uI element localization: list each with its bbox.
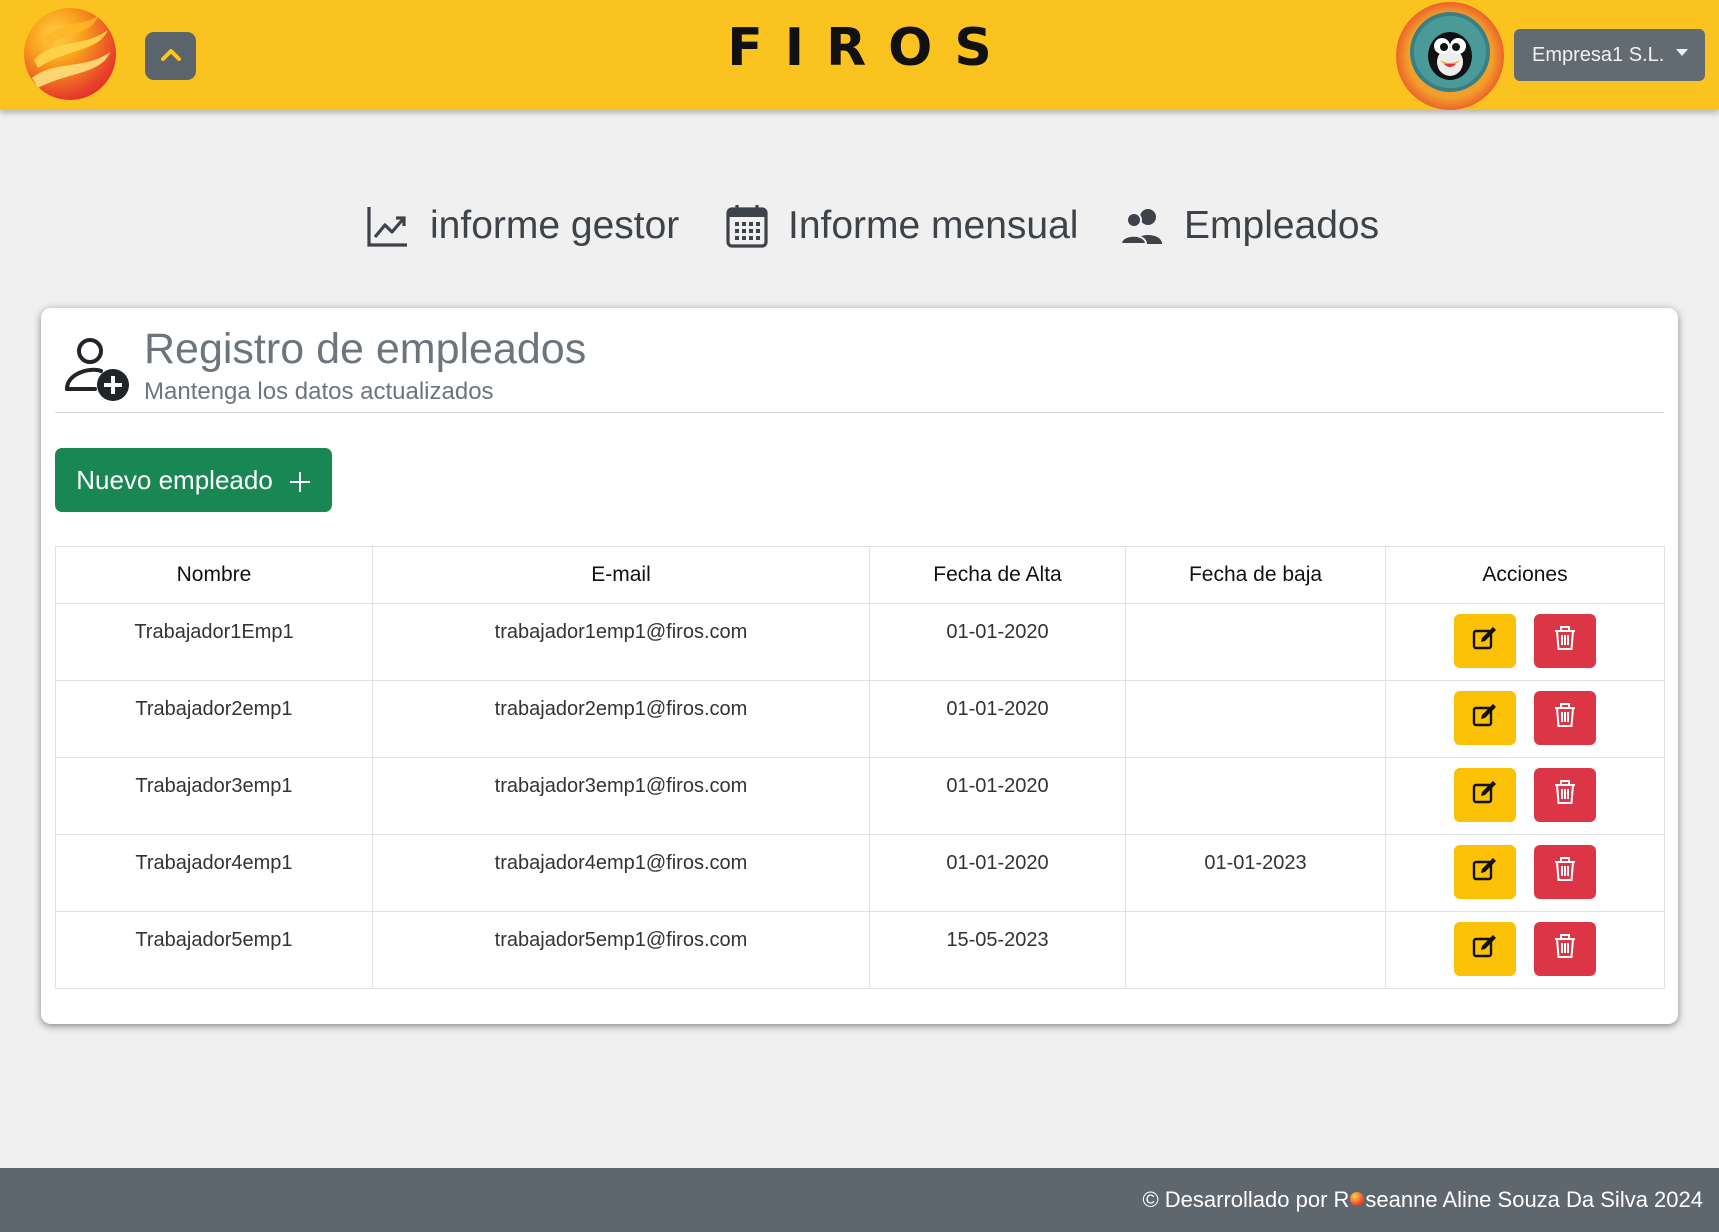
caret-down-icon (1676, 48, 1689, 56)
table-header-row: Nombre E-mail Fecha de Alta Fecha de baj… (55, 546, 1665, 604)
cell-nombre: Trabajador1Emp1 (55, 603, 373, 681)
edit-icon (1472, 702, 1498, 734)
footer-credit-start: © Desarrollado por R (1142, 1187, 1350, 1212)
cell-fecha-baja (1125, 911, 1386, 989)
nav-informe-mensual[interactable]: Informe mensual (726, 196, 1078, 256)
cell-fecha-alta: 01-01-2020 (869, 680, 1126, 758)
card-subtitle: Mantenga los datos actualizados (144, 378, 494, 405)
edit-button[interactable] (1454, 768, 1517, 822)
trash-icon (1553, 856, 1577, 888)
edit-button[interactable] (1454, 691, 1517, 745)
delete-button[interactable] (1533, 691, 1596, 745)
column-header-fecha-baja[interactable]: Fecha de baja (1125, 546, 1386, 604)
table-row: Trabajador4emp1 trabajador4emp1@firos.co… (55, 834, 1665, 912)
cell-fecha-baja (1125, 757, 1386, 835)
trash-icon (1553, 779, 1577, 811)
card-divider (55, 412, 1664, 413)
cell-acciones (1385, 603, 1665, 681)
cell-email: trabajador4emp1@firos.com (372, 834, 870, 912)
nav-empleados[interactable]: Empleados (1120, 196, 1379, 256)
cell-fecha-baja (1125, 603, 1386, 681)
edit-button[interactable] (1454, 845, 1517, 899)
company-dropdown[interactable]: Empresa1 S.L. (1514, 29, 1705, 81)
edit-icon (1472, 779, 1498, 811)
column-header-email[interactable]: E-mail (372, 546, 870, 604)
delete-button[interactable] (1533, 614, 1596, 668)
cell-nombre: Trabajador2emp1 (55, 680, 373, 758)
user-add-icon (61, 333, 131, 407)
edit-button[interactable] (1454, 922, 1517, 976)
nav-informe-gestor[interactable]: informe gestor (366, 196, 679, 256)
nav-empleados-label: Empleados (1184, 204, 1380, 247)
company-dropdown-label: Empresa1 S.L. (1532, 43, 1665, 66)
new-employee-button[interactable]: Nuevo empleado (55, 448, 332, 512)
delete-button[interactable] (1533, 922, 1596, 976)
column-header-fecha-alta[interactable]: Fecha de Alta (869, 546, 1126, 604)
cell-fecha-alta: 01-01-2020 (869, 757, 1126, 835)
avatar[interactable] (1396, 2, 1504, 110)
trash-icon (1553, 625, 1577, 657)
cell-fecha-alta: 15-05-2023 (869, 911, 1126, 989)
trash-icon (1553, 702, 1577, 734)
cell-email: trabajador2emp1@firos.com (372, 680, 870, 758)
nav-informe-mensual-label: Informe mensual (788, 204, 1079, 247)
column-header-nombre[interactable]: Nombre (55, 546, 373, 604)
calendar-icon (726, 204, 768, 248)
cell-nombre: Trabajador5emp1 (55, 911, 373, 989)
users-icon (1120, 206, 1164, 246)
cell-fecha-baja: 01-01-2023 (1125, 834, 1386, 912)
trend-chart-icon (366, 204, 410, 248)
cell-acciones (1385, 911, 1665, 989)
new-employee-button-label: Nuevo empleado (76, 464, 273, 495)
firos-mini-logo-icon (1350, 1192, 1365, 1206)
trash-icon (1553, 933, 1577, 965)
edit-button[interactable] (1454, 614, 1517, 668)
table-row: Trabajador5emp1 trabajador5emp1@firos.co… (55, 911, 1665, 989)
footer: © Desarrollado por R seanne Aline Souza D… (0, 1168, 1719, 1232)
cell-fecha-alta: 01-01-2020 (869, 603, 1126, 681)
table-row: Trabajador2emp1 trabajador2emp1@firos.co… (55, 680, 1665, 758)
cell-acciones (1385, 757, 1665, 835)
cell-email: trabajador3emp1@firos.com (372, 757, 870, 835)
cell-email: trabajador5emp1@firos.com (372, 911, 870, 989)
table-row: Trabajador1Emp1 trabajador1emp1@firos.co… (55, 603, 1665, 681)
edit-icon (1472, 856, 1498, 888)
nav-informe-gestor-label: informe gestor (430, 204, 680, 247)
plus-icon (281, 462, 311, 499)
card-title: Registro de empleados (144, 325, 587, 373)
employees-card: Registro de empleados Mantenga los datos… (41, 308, 1678, 1024)
footer-credit-end: seanne Aline Souza Da Silva 2024 (1365, 1187, 1703, 1212)
cell-fecha-alta: 01-01-2020 (869, 834, 1126, 912)
cell-email: trabajador1emp1@firos.com (372, 603, 870, 681)
edit-icon (1472, 933, 1498, 965)
column-header-acciones: Acciones (1385, 546, 1665, 604)
employees-table: Nombre E-mail Fecha de Alta Fecha de baj… (55, 546, 1665, 989)
delete-button[interactable] (1533, 768, 1596, 822)
cell-nombre: Trabajador3emp1 (55, 757, 373, 835)
cell-acciones (1385, 680, 1665, 758)
top-bar: FIROS Empresa1 S.L. (0, 0, 1719, 110)
cell-acciones (1385, 834, 1665, 912)
edit-icon (1472, 625, 1498, 657)
cell-nombre: Trabajador4emp1 (55, 834, 373, 912)
delete-button[interactable] (1533, 845, 1596, 899)
cell-fecha-baja (1125, 680, 1386, 758)
table-row: Trabajador3emp1 trabajador3emp1@firos.co… (55, 757, 1665, 835)
penguin-avatar-icon (1410, 12, 1490, 92)
main-nav: informe gestor Informe mensual Empleados (0, 196, 1719, 256)
